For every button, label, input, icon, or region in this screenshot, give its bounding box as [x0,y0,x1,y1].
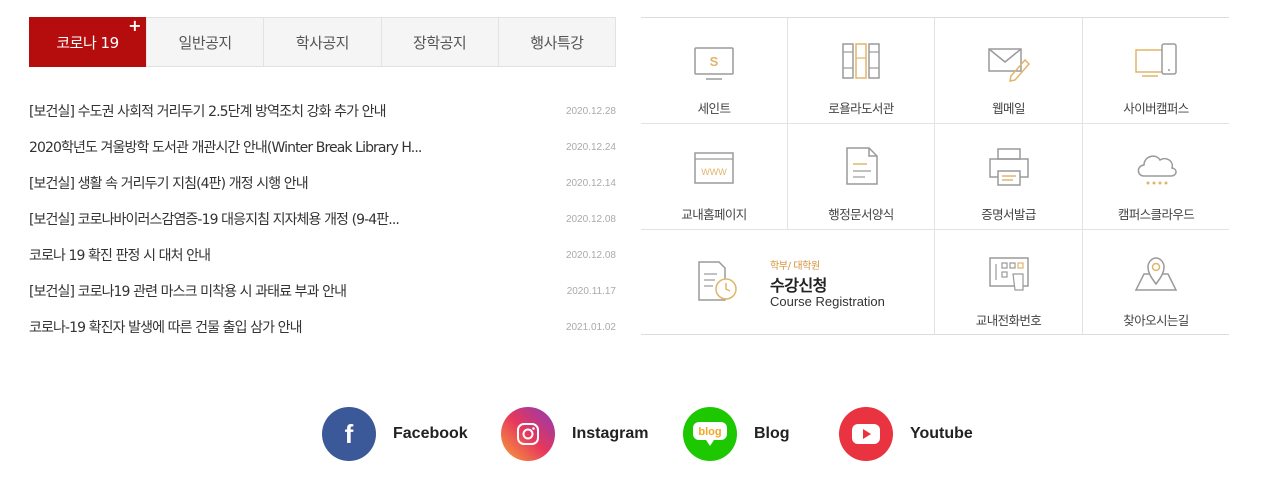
svg-text:f: f [345,420,354,448]
mail-pen-icon [987,48,1030,82]
svg-text:S: S [710,54,719,69]
quick-menu-campus-cloud[interactable]: 캠퍼스클라우드 [1083,124,1229,223]
list-item: [보건실] 코로나바이러스감염증-19 대응지침 지자체용 개정 (9-4판..… [29,201,616,237]
tab-covid19[interactable]: 코로나 19 + [29,17,146,67]
course-title: 수강신청 [770,276,827,295]
sns-blog-link[interactable]: blog Blog [683,407,790,461]
facebook-icon: f [322,407,376,461]
list-item: 코로나 19 확진 판정 시 대처 안내 2020.12.08 [29,237,616,273]
quick-menu-cyber-campus[interactable]: 사이버캠퍼스 [1083,18,1229,117]
notice-date: 2021.01.02 [565,321,616,333]
notice-title-link[interactable]: [보건실] 수도권 사회적 거리두기 2.5단계 방역조치 강화 추가 안내 [29,101,386,121]
course-english-label: Course Registration [770,294,885,309]
quick-menu-label: 증명서발급 [981,207,1036,222]
sns-label: Instagram [572,425,649,442]
notice-title-link[interactable]: 코로나 19 확진 판정 시 대처 안내 [29,245,211,265]
document-icon [846,147,878,185]
quick-menu-webmail[interactable]: 웹메일 [935,18,1082,117]
quick-menu-certificate[interactable]: 증명서발급 [935,124,1082,223]
notice-title-link[interactable]: [보건실] 코로나바이러스감염증-19 대응지침 지자체용 개정 (9-4판..… [29,209,400,229]
map-pin-icon [1134,257,1178,291]
notice-title-link[interactable]: [보건실] 코로나19 관련 마스크 미착용 시 과태료 부과 안내 [29,281,347,301]
quick-menu-label: 교내전화번호 [975,313,1042,328]
quick-menu-label: 찾아오시는길 [1123,313,1189,328]
quick-menu-label: 웹메일 [992,101,1025,116]
quick-menu-label: 사이버캠퍼스 [1123,101,1189,116]
quick-menu-label: 세인트 [697,101,731,116]
svg-text:blog: blog [698,426,721,438]
quick-menu-label: 로욜라도서관 [828,101,894,116]
cloud-icon [1137,155,1177,185]
quick-menu-phone-directory[interactable]: 교내전화번호 [935,230,1082,329]
monitor-s-icon: S [694,47,734,80]
youtube-icon [839,407,893,461]
notice-title-link[interactable]: 2020학년도 겨울방학 도서관 개관시간 안내(Winter Break Li… [29,137,422,157]
notice-date: 2020.12.14 [565,177,616,189]
printer-icon [988,148,1029,186]
www-browser-icon: WWW [694,152,734,184]
notice-title-link[interactable]: [보건실] 생활 속 거리두기 지침(4판) 개정 시행 안내 [29,173,309,193]
notice-title-link[interactable]: 코로나-19 확진자 발생에 따른 건물 출입 삼가 안내 [29,317,303,337]
notice-date: 2020.12.08 [565,213,616,225]
course-registration-button[interactable]: 학부/ 대학원 수강신청 Course Registration [641,230,934,335]
quick-menu-directions[interactable]: 찾아오시는길 [1083,230,1229,329]
course-sub-label: 학부/ 대학원 [770,261,820,272]
list-item: [보건실] 코로나19 관련 마스크 미착용 시 과태료 부과 안내 2020.1… [29,273,616,309]
svg-text:WWW: WWW [701,167,727,177]
notice-date: 2020.12.28 [565,105,616,117]
instagram-icon [501,407,555,461]
list-item: 2020학년도 겨울방학 도서관 개관시간 안내(Winter Break Li… [29,129,616,165]
sns-instagram-link[interactable]: Instagram [501,407,648,461]
devices-icon [1135,43,1177,77]
sns-facebook-link[interactable]: f Facebook [322,407,468,461]
more-plus-icon[interactable]: + [128,17,141,35]
notice-date: 2020.11.17 [566,285,616,297]
notice-date: 2020.12.08 [565,249,616,261]
tab-label: 코로나 19 [56,33,119,52]
notice-tabs: 코로나 19 + 일반공지 학사공지 장학공지 행사특강 [29,17,616,67]
quick-menu-admin-forms[interactable]: 행정문서양식 [788,124,934,223]
quick-menu-label: 교내홈페이지 [681,207,747,222]
quick-menu-saint[interactable]: S 세인트 [641,18,787,117]
list-item: 코로나-19 확진자 발생에 따른 건물 출입 삼가 안내 2021.01.02 [29,309,616,345]
blog-bubble-icon: blog [683,407,737,461]
notice-date: 2020.12.24 [565,141,616,153]
quick-menu-label: 행정문서양식 [828,207,894,222]
tab-academic-notice[interactable]: 학사공지 [263,18,380,66]
sns-youtube-link[interactable]: Youtube [839,407,973,461]
list-item: [보건실] 수도권 사회적 거리두기 2.5단계 방역조치 강화 추가 안내 20… [29,93,616,129]
phone-directory-icon [988,257,1029,291]
sns-label: Youtube [910,425,973,442]
list-item: [보건실] 생활 속 거리두기 지침(4판) 개정 시행 안내 2020.12.1… [29,165,616,201]
quick-menu: S 세인트 로욜라도서관 웹메일 사이버캠퍼스 WWW 교내홈페이지 행정문서양… [641,17,1229,335]
sns-label: Facebook [393,425,468,442]
document-clock-icon [698,261,737,301]
quick-menu-homepage[interactable]: WWW 교내홈페이지 [641,124,787,223]
notice-list: [보건실] 수도권 사회적 거리두기 2.5단계 방역조치 강화 추가 안내 20… [29,93,616,345]
quick-menu-label: 캠퍼스클라우드 [1117,207,1195,222]
quick-menu-loyola-library[interactable]: 로욜라도서관 [788,18,934,117]
tab-scholarship-notice[interactable]: 장학공지 [380,18,498,66]
tab-general-notice[interactable]: 일반공지 [146,18,263,66]
sns-label: Blog [754,425,790,442]
bookshelf-icon [842,43,880,79]
tab-event-lecture[interactable]: 행사특강 [497,18,615,66]
